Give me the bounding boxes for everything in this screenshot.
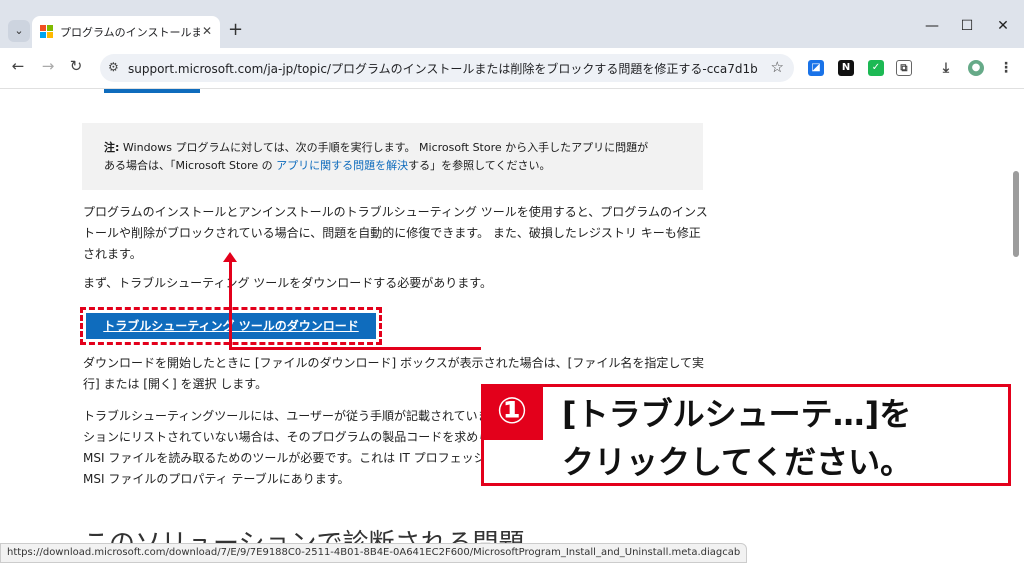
profile-avatar[interactable]: ● [968,60,984,76]
tab-close-icon[interactable]: ✕ [202,24,212,38]
tab-strip: ⌄ プログラムのインストールまたは削除 ✕ + — ☐ ✕ [0,0,1024,48]
notion-icon[interactable]: N [838,60,854,76]
site-info-icon[interactable]: ⚙ [108,60,119,74]
tab-title: プログラムのインストールまたは削除 [60,26,200,39]
microsoft-logo-icon [40,25,54,39]
browser-toolbar: ← → ↻ ⚙ support.microsoft.com/ja-jp/topi… [0,48,1024,89]
callout-line-2: クリックしてください。 [562,443,913,481]
bookmark-star-icon[interactable]: ☆ [771,58,784,76]
app-troubleshoot-link[interactable]: アプリに関する問題を解決 [276,159,408,172]
extensions-puzzle-icon[interactable]: ⧉ [896,60,912,76]
extension-icon-1[interactable]: ◪ [808,60,824,76]
back-button[interactable]: ← [8,57,28,75]
maximize-button[interactable]: ☐ [955,18,979,34]
note-box: 注: Windows プログラムに対しては、次の手順を実行します。 Micros… [82,123,703,190]
window-close-button[interactable]: ✕ [991,18,1015,34]
paragraph-intro: プログラムのインストールとアンインストールのトラブルシューティング ツールを使用… [83,205,708,261]
shield-extension-icon[interactable]: ✓ [868,60,884,76]
download-icon[interactable]: ⤓ [938,60,954,76]
paragraph-download-needed: まず、トラブルシューティング ツールをダウンロードする必要があります。 [83,276,493,290]
note-text: 注: Windows プログラムに対しては、次の手順を実行します。 Micros… [104,141,649,172]
previous-button-edge[interactable] [104,89,200,93]
status-bar-link-preview: https://download.microsoft.com/download/… [0,543,748,563]
instruction-callout: ① [トラブルシューテ…]を クリックしてください。 [481,384,1011,486]
scrollbar-thumb[interactable] [1013,171,1019,257]
url-text: support.microsoft.com/ja-jp/topic/プログラムの… [128,62,758,76]
tab-active[interactable]: プログラムのインストールまたは削除 ✕ [32,16,220,48]
annotation-arrow-line [229,258,232,350]
address-bar[interactable]: ⚙ support.microsoft.com/ja-jp/topic/プログラ… [100,54,794,82]
forward-button[interactable]: → [38,57,58,75]
callout-line-1: [トラブルシューテ…]を [562,395,912,433]
new-tab-button[interactable]: + [228,20,243,40]
tab-search-button[interactable]: ⌄ [8,20,30,42]
menu-kebab-icon[interactable]: ⋮ [998,60,1014,76]
reload-button[interactable]: ↻ [66,57,86,75]
minimize-button[interactable]: — [920,18,944,34]
web-page-content: 注: Windows プログラムに対しては、次の手順を実行します。 Micros… [0,89,1024,576]
annotation-arrow-connector [229,347,481,350]
step-number-badge: ① [481,384,543,440]
